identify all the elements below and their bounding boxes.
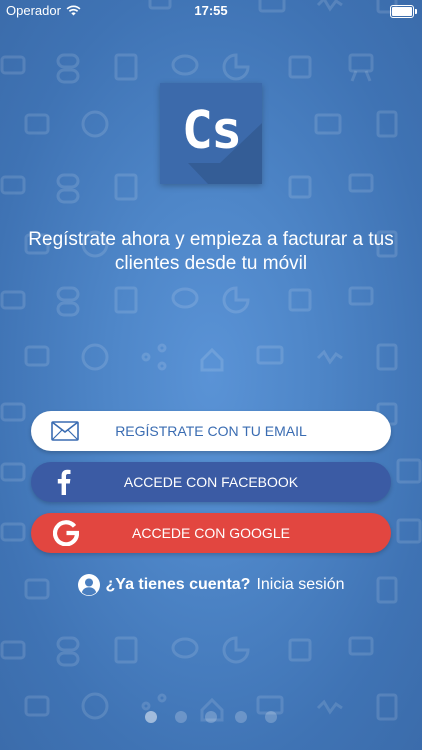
page-dot-2[interactable] [175, 711, 187, 723]
tagline-line-1: Regístrate ahora y empieza a facturar a … [28, 229, 394, 250]
login-prompt[interactable]: ¿Ya tienes cuenta? Inicia sesión [0, 574, 422, 596]
app-logo: Cs [160, 83, 262, 184]
login-link[interactable]: Inicia sesión [256, 576, 344, 594]
envelope-icon [51, 421, 79, 441]
tagline: Regístrate ahora y empieza a facturar a … [20, 228, 402, 276]
register-email-label: REGÍSTRATE CON TU EMAIL [115, 423, 307, 439]
page-indicator[interactable] [0, 711, 422, 723]
google-icon [53, 520, 79, 546]
google-login-button[interactable]: ACCEDE CON GOOGLE [31, 513, 391, 553]
page-dot-3[interactable] [205, 711, 217, 723]
status-bar: Operador 17:55 [0, 0, 422, 22]
google-login-label: ACCEDE CON GOOGLE [132, 525, 290, 541]
page-dot-1[interactable] [145, 711, 157, 723]
login-question: ¿Ya tienes cuenta? [105, 576, 251, 593]
facebook-icon [57, 469, 71, 495]
facebook-login-label: ACCEDE CON FACEBOOK [123, 474, 299, 490]
battery-icon [390, 5, 417, 18]
page-dot-5[interactable] [265, 711, 277, 723]
status-time: 17:55 [194, 3, 228, 18]
facebook-login-button[interactable]: ACCEDE CON FACEBOOK [31, 462, 391, 502]
page-dot-4[interactable] [235, 711, 247, 723]
logo-text: Cs [181, 101, 243, 161]
tagline-line-2: clientes desde tu móvil [114, 253, 308, 274]
user-avatar-icon [77, 574, 100, 596]
register-email-button[interactable]: REGÍSTRATE CON TU EMAIL [31, 411, 391, 451]
